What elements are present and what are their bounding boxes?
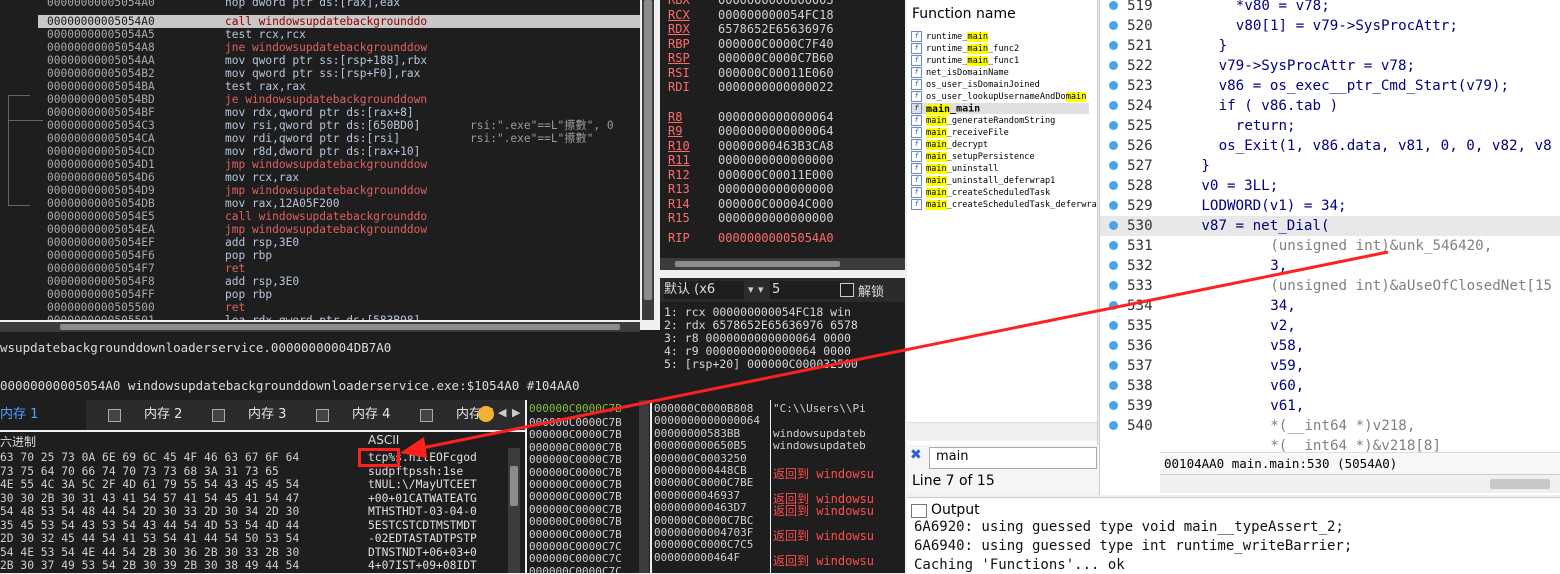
scroll-thumb[interactable] (60, 324, 620, 330)
disasm-hscrollbar[interactable] (0, 322, 640, 332)
scroll-thumb[interactable] (644, 0, 652, 300)
disasm-vscrollbar[interactable] (642, 0, 654, 320)
annotation-arrow (400, 250, 1389, 458)
